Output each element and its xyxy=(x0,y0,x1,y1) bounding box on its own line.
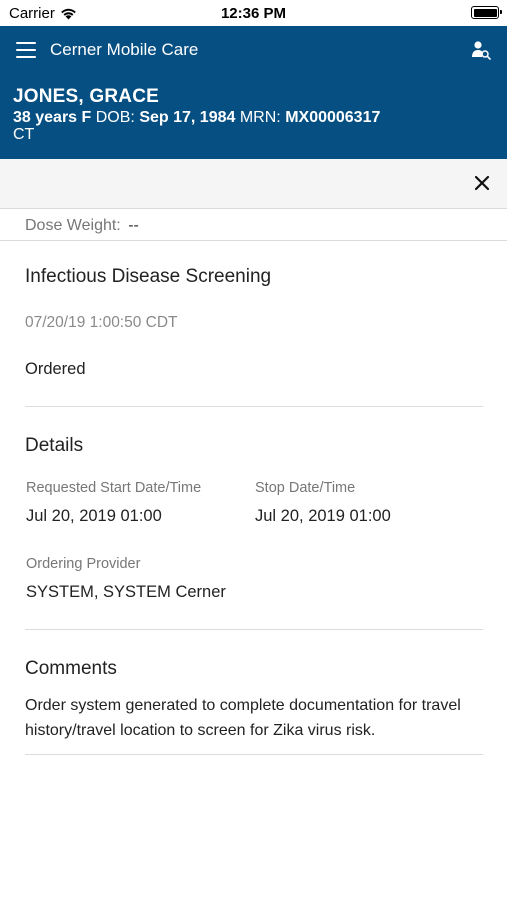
mrn-label: MRN: xyxy=(239,109,281,126)
start-date-label: Requested Start Date/Time xyxy=(26,480,202,496)
status-bar: Carrier 12:36 PM xyxy=(0,0,507,26)
patient-demographics: 38 years F DOB: Sep 17, 1984 MRN: MX0000… xyxy=(13,109,473,143)
patient-age-sex: 38 years F xyxy=(13,109,92,126)
close-icon[interactable] xyxy=(474,175,490,191)
patient-search-icon[interactable] xyxy=(471,40,491,60)
order-title: Infectious Disease Screening xyxy=(25,266,272,287)
battery-icon xyxy=(471,6,502,19)
divider xyxy=(0,240,507,241)
patient-name: JONES, GRACE xyxy=(13,86,159,107)
divider xyxy=(25,754,483,755)
app-header: Cerner Mobile Care JONES, GRACE 38 years… xyxy=(0,26,507,159)
patient-mrn: MX00006317 xyxy=(285,109,381,126)
dose-weight-row: Dose Weight: -- xyxy=(25,217,139,235)
app-title: Cerner Mobile Care xyxy=(50,40,199,59)
divider xyxy=(25,406,483,407)
patient-location: CT xyxy=(13,126,35,143)
dose-weight-value: -- xyxy=(128,217,139,234)
status-time: 12:36 PM xyxy=(220,5,287,22)
patient-dob: Sep 17, 1984 xyxy=(139,109,236,126)
details-title: Details xyxy=(25,435,84,456)
ordering-provider-value: SYSTEM, SYSTEM Cerner xyxy=(26,583,226,601)
order-status: Ordered xyxy=(25,360,86,378)
order-timestamp: 07/20/19 1:00:50 CDT xyxy=(25,314,178,331)
ordering-provider-label: Ordering Provider xyxy=(26,556,141,572)
dose-weight-label: Dose Weight: xyxy=(25,217,121,234)
stop-date-value: Jul 20, 2019 01:00 xyxy=(255,507,391,525)
dob-label: DOB: xyxy=(95,109,135,126)
comments-title: Comments xyxy=(25,658,117,679)
stop-date-label: Stop Date/Time xyxy=(255,480,356,496)
hamburger-menu-icon[interactable] xyxy=(16,42,36,58)
detail-toolbar xyxy=(0,159,507,209)
divider xyxy=(25,629,483,630)
comment-text: Order system generated to complete docum… xyxy=(25,697,461,739)
start-date-value: Jul 20, 2019 01:00 xyxy=(26,507,162,525)
